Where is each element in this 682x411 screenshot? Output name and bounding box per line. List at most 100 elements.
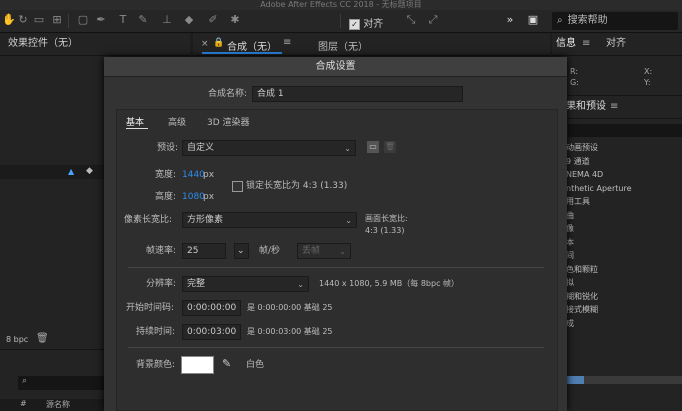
chevron-down-icon: ⌄ — [345, 216, 352, 225]
tab-composition[interactable]: 合成（无） — [227, 38, 277, 53]
effect-controls-title: 效果控件（无） — [0, 33, 190, 56]
fps-unit: 帧/秒 — [259, 246, 281, 256]
list-item[interactable]: 拟 — [566, 276, 682, 290]
list-item[interactable]: 用工具 — [566, 195, 682, 209]
resolution-dropdown[interactable]: 完整 ⌄ — [182, 276, 309, 292]
chevron-down-icon: ⌄ — [339, 247, 346, 256]
height-unit: px — [203, 192, 215, 202]
bg-color-label: 背景颜色: — [136, 360, 176, 370]
list-item[interactable]: 糊和锐化 — [566, 290, 682, 304]
width-unit: px — [203, 170, 215, 180]
duration-input[interactable]: 0:00:03:00 — [182, 324, 241, 340]
pixel-aspect-dropdown[interactable]: 方形像素 ⌄ — [182, 212, 357, 228]
width-value[interactable]: 1440 — [182, 168, 205, 182]
preset-dropdown[interactable]: 自定义 ⌄ — [182, 140, 356, 156]
bpc-label[interactable]: 8 bpc — [6, 335, 28, 344]
snap-label: 对齐 — [363, 19, 384, 30]
workspace-icon[interactable]: ▣ — [526, 13, 540, 27]
snap-checkbox[interactable]: ✓ 对齐 — [349, 15, 383, 30]
frame-aspect-value: 4:3 (1.33) — [365, 226, 405, 235]
list-item[interactable]: 本 — [566, 236, 682, 250]
chevron-down-icon: ⌄ — [344, 144, 351, 153]
tab-3d-renderer[interactable]: 3D 渲染器 — [207, 115, 250, 128]
list-item[interactable]: nthetic Aperture — [566, 182, 682, 196]
column-hash: # — [20, 399, 27, 408]
duration-label: 持续时间: — [136, 327, 176, 337]
height-value[interactable]: 1080 — [182, 190, 205, 204]
tab-menu-icon[interactable]: ≡ — [283, 37, 291, 48]
tab-layer[interactable]: 图层（无） — [318, 38, 368, 53]
snap-extend-icon[interactable]: ⤢ — [426, 13, 440, 27]
column-source-name: 源名称 — [46, 400, 70, 409]
hand-icon[interactable]: ✋ — [2, 13, 16, 27]
trash-icon[interactable]: 🗑 — [36, 333, 49, 344]
info-y: Y: — [644, 78, 651, 87]
tab-info[interactable]: 信息 — [556, 33, 576, 55]
pixel-aspect-label: 像素长宽比: — [124, 215, 173, 225]
puppet-tool-icon[interactable]: ✱ — [228, 13, 242, 27]
lock-icon[interactable]: 🔒 — [213, 38, 224, 48]
delete-preset-icon[interactable]: 🗑 — [384, 141, 396, 153]
fps-dropdown[interactable]: ⌄ — [234, 243, 249, 259]
list-item[interactable]: 曲 — [566, 209, 682, 223]
snap-options-icon[interactable]: ⤡ — [404, 13, 418, 27]
list-item[interactable]: 像 — [566, 222, 682, 236]
search-icon: ⌕ — [22, 376, 28, 386]
project-sort-icon[interactable]: ▲ — [68, 167, 74, 176]
start-timecode-input[interactable]: 0:00:00:00 — [182, 300, 241, 316]
start-timecode-label: 开始时间码: — [126, 303, 175, 313]
fps-label: 帧速率: — [146, 246, 177, 256]
list-item[interactable]: 间 — [566, 249, 682, 263]
search-placeholder: 搜索帮助 — [567, 15, 608, 26]
eyedropper-icon[interactable]: ✎ — [222, 357, 231, 370]
timeline-scrollbar[interactable] — [566, 376, 682, 384]
info-g: G: — [570, 78, 579, 87]
window-title: Adobe After Effects CC 2018 - 无标题项目 — [0, 0, 682, 10]
search-help-input[interactable]: ⌕ 搜索帮助 — [552, 12, 678, 30]
pixel-aspect-value: 方形像素 — [187, 215, 224, 225]
tab-align[interactable]: 对齐 — [606, 33, 626, 55]
list-item[interactable]: NEMA 4D — [566, 168, 682, 182]
list-item[interactable]: 色和颗粒 — [566, 263, 682, 277]
search-icon: ⌕ — [557, 15, 563, 26]
resolution-info: 1440 x 1080, 5.9 MB（每 8bpc 帧） — [319, 279, 460, 288]
preset-value: 自定义 — [187, 143, 215, 153]
tab-basic[interactable]: 基本 — [126, 115, 144, 128]
list-item[interactable]: 9 通道 — [566, 155, 682, 169]
type-tool-icon[interactable]: T — [116, 13, 130, 27]
list-item[interactable]: 接式模糊 — [566, 303, 682, 317]
effects-search-input[interactable] — [568, 124, 682, 137]
bg-color-swatch[interactable] — [181, 356, 214, 374]
roto-brush-icon[interactable]: ✐ — [206, 13, 220, 27]
lock-aspect-label: 锁定长宽比为 4:3 (1.33) — [246, 181, 348, 191]
resolution-value: 完整 — [187, 279, 206, 289]
close-tab-icon[interactable]: × — [201, 39, 209, 49]
info-menu-icon[interactable]: ≡ — [582, 33, 590, 55]
info-x: X: — [644, 67, 653, 76]
effects-list: 动画预设 9 通道 NEMA 4D nthetic Aperture 用工具 曲… — [566, 141, 682, 330]
brush-tool-icon[interactable]: ✎ — [136, 13, 150, 27]
comp-name-input[interactable]: 合成 1 — [252, 86, 463, 102]
start-timecode-info: 是 0:00:00:00 基础 25 — [247, 303, 333, 312]
drop-frame-dropdown[interactable]: 丢帧 ⌄ — [297, 243, 351, 259]
timeline-search-input[interactable]: ⌕ — [18, 376, 104, 390]
duration-info: 是 0:00:03:00 基础 25 — [247, 327, 333, 336]
stamp-tool-icon[interactable]: ⊥ — [160, 13, 174, 27]
rotate-icon[interactable]: ↻ — [16, 13, 30, 27]
save-preset-icon[interactable]: ▭ — [367, 141, 379, 153]
effects-menu-icon[interactable]: ≡ — [610, 96, 618, 118]
eraser-tool-icon[interactable]: ◆ — [182, 13, 196, 27]
camera-icon[interactable]: ▭ — [32, 13, 46, 27]
list-item[interactable]: 成 — [566, 317, 682, 331]
rectangle-tool-icon[interactable]: ▢ — [76, 13, 90, 27]
fps-input[interactable]: 25 — [182, 243, 226, 259]
comp-name-label: 合成名称: — [208, 89, 248, 99]
lock-aspect-checkbox[interactable] — [232, 181, 243, 192]
tag-icon[interactable]: ◆ — [86, 166, 93, 176]
expand-toolbar-icon[interactable]: » — [503, 13, 517, 27]
pen-tool-icon[interactable]: ✒ — [94, 13, 108, 27]
pan-behind-icon[interactable]: ⊞ — [50, 13, 64, 27]
tab-advanced[interactable]: 高级 — [168, 115, 186, 128]
bg-color-name: 白色 — [246, 360, 265, 370]
list-item[interactable]: 动画预设 — [566, 141, 682, 155]
